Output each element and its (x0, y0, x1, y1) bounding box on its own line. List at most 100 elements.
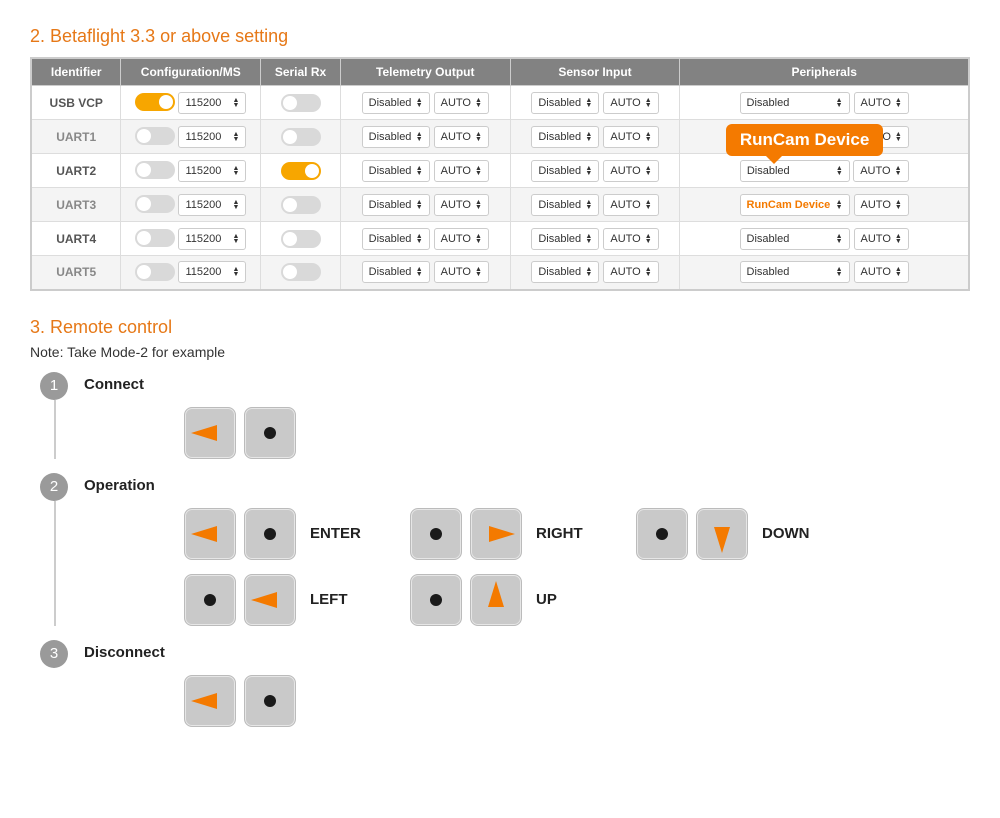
arrow-right-icon (489, 526, 515, 542)
right-stick (470, 508, 522, 560)
toggle[interactable] (135, 127, 175, 145)
select[interactable]: AUTO (603, 92, 658, 114)
select[interactable]: 115200 (178, 160, 246, 182)
op-label-right: RIGHT (536, 525, 596, 542)
select[interactable]: Disabled (740, 261, 850, 283)
select[interactable]: AUTO (434, 126, 489, 148)
identifier-cell: UART1 (31, 120, 121, 154)
op-down: DOWN (636, 508, 822, 560)
sort-icon (895, 200, 902, 210)
select[interactable]: 115200 (178, 194, 246, 216)
right-stick (470, 574, 522, 626)
toggle[interactable] (135, 195, 175, 213)
stick-center-dot (430, 528, 442, 540)
sort-icon (895, 98, 902, 108)
select[interactable]: 115200 (178, 92, 246, 114)
toggle[interactable] (135, 229, 175, 247)
toggle[interactable] (281, 128, 321, 146)
sort-icon (895, 234, 902, 244)
sort-icon (645, 132, 652, 142)
op-label-enter: ENTER (310, 525, 370, 542)
sort-icon (416, 166, 423, 176)
select[interactable]: AUTO (603, 194, 658, 216)
toggle[interactable] (281, 94, 321, 112)
select[interactable]: 115200 (178, 228, 246, 250)
op-up: UP (410, 574, 596, 626)
select[interactable]: AUTO (854, 261, 909, 283)
step-label-connect: Connect (84, 372, 970, 393)
select[interactable]: Disabled (531, 160, 599, 182)
sort-icon (475, 98, 482, 108)
select[interactable]: Disabled (362, 194, 430, 216)
stick-center-dot (264, 695, 276, 707)
sort-icon (836, 166, 843, 176)
arrow-left-icon (191, 425, 217, 441)
select[interactable]: Disabled (740, 92, 850, 114)
select[interactable]: AUTO (434, 261, 489, 283)
select[interactable]: Disabled (740, 228, 850, 250)
runcam-callout: RunCam Device (726, 124, 883, 156)
op-label-up: UP (536, 591, 596, 608)
step-operation: 2 Operation ENTER RIGHT DOWN (40, 473, 970, 626)
table-row: UART3 115200DisabledAUTODisabledAUTORunC… (31, 188, 969, 222)
sort-icon (233, 267, 240, 277)
sort-icon (836, 234, 843, 244)
select[interactable]: Disabled (362, 160, 430, 182)
sort-icon (585, 132, 592, 142)
select[interactable]: AUTO (434, 160, 489, 182)
left-stick (410, 508, 462, 560)
select[interactable]: 115200 (178, 126, 246, 148)
identifier-cell: UART4 (31, 222, 121, 256)
select[interactable]: Disabled (531, 92, 599, 114)
select[interactable]: Disabled (531, 194, 599, 216)
table-row: USB VCP 115200DisabledAUTODisabledAUTODi… (31, 86, 969, 120)
arrow-left-icon (251, 592, 277, 608)
select[interactable]: RunCam Device (740, 194, 850, 216)
select[interactable]: AUTO (854, 194, 909, 216)
step-num-1: 1 (40, 372, 68, 400)
select[interactable]: AUTO (853, 160, 908, 182)
select[interactable]: AUTO (603, 126, 658, 148)
select[interactable]: AUTO (603, 160, 658, 182)
select[interactable]: Disabled (531, 261, 599, 283)
select[interactable]: AUTO (854, 228, 909, 250)
sort-icon (836, 200, 843, 210)
select[interactable]: Disabled (362, 92, 430, 114)
identifier-cell: UART5 (31, 256, 121, 290)
select[interactable]: AUTO (854, 92, 909, 114)
op-right: RIGHT (410, 508, 596, 560)
select[interactable]: AUTO (434, 92, 489, 114)
sort-icon (585, 166, 592, 176)
select[interactable]: AUTO (603, 261, 658, 283)
toggle[interactable] (281, 230, 321, 248)
sort-icon (645, 166, 652, 176)
select[interactable]: AUTO (434, 194, 489, 216)
table-row: UART2 115200DisabledAUTODisabledAUTORunC… (31, 154, 969, 188)
op-left: LEFT (184, 574, 370, 626)
steps: 1 Connect 2 Operation ENTER RIGHT (40, 372, 970, 727)
select[interactable]: AUTO (603, 228, 658, 250)
th-sensor: Sensor Input (510, 58, 680, 86)
step-label-operation: Operation (84, 473, 970, 494)
select[interactable]: 115200 (178, 261, 246, 283)
step-line (54, 400, 56, 459)
select[interactable]: Disabled (362, 228, 430, 250)
sort-icon (475, 132, 482, 142)
stick-center-dot (656, 528, 668, 540)
sort-icon (416, 267, 423, 277)
toggle[interactable] (135, 263, 175, 281)
toggle[interactable] (135, 93, 175, 111)
select[interactable]: Disabled (362, 261, 430, 283)
select[interactable]: Disabled (531, 228, 599, 250)
select[interactable]: Disabled (531, 126, 599, 148)
step-num-3: 3 (40, 640, 68, 668)
sort-icon (233, 132, 240, 142)
toggle[interactable] (281, 162, 321, 180)
toggle[interactable] (135, 161, 175, 179)
toggle[interactable] (281, 196, 321, 214)
select[interactable]: AUTO (434, 228, 489, 250)
op-label-left: LEFT (310, 591, 370, 608)
select[interactable]: Disabled (362, 126, 430, 148)
select[interactable]: Disabled (740, 160, 850, 182)
toggle[interactable] (281, 263, 321, 281)
